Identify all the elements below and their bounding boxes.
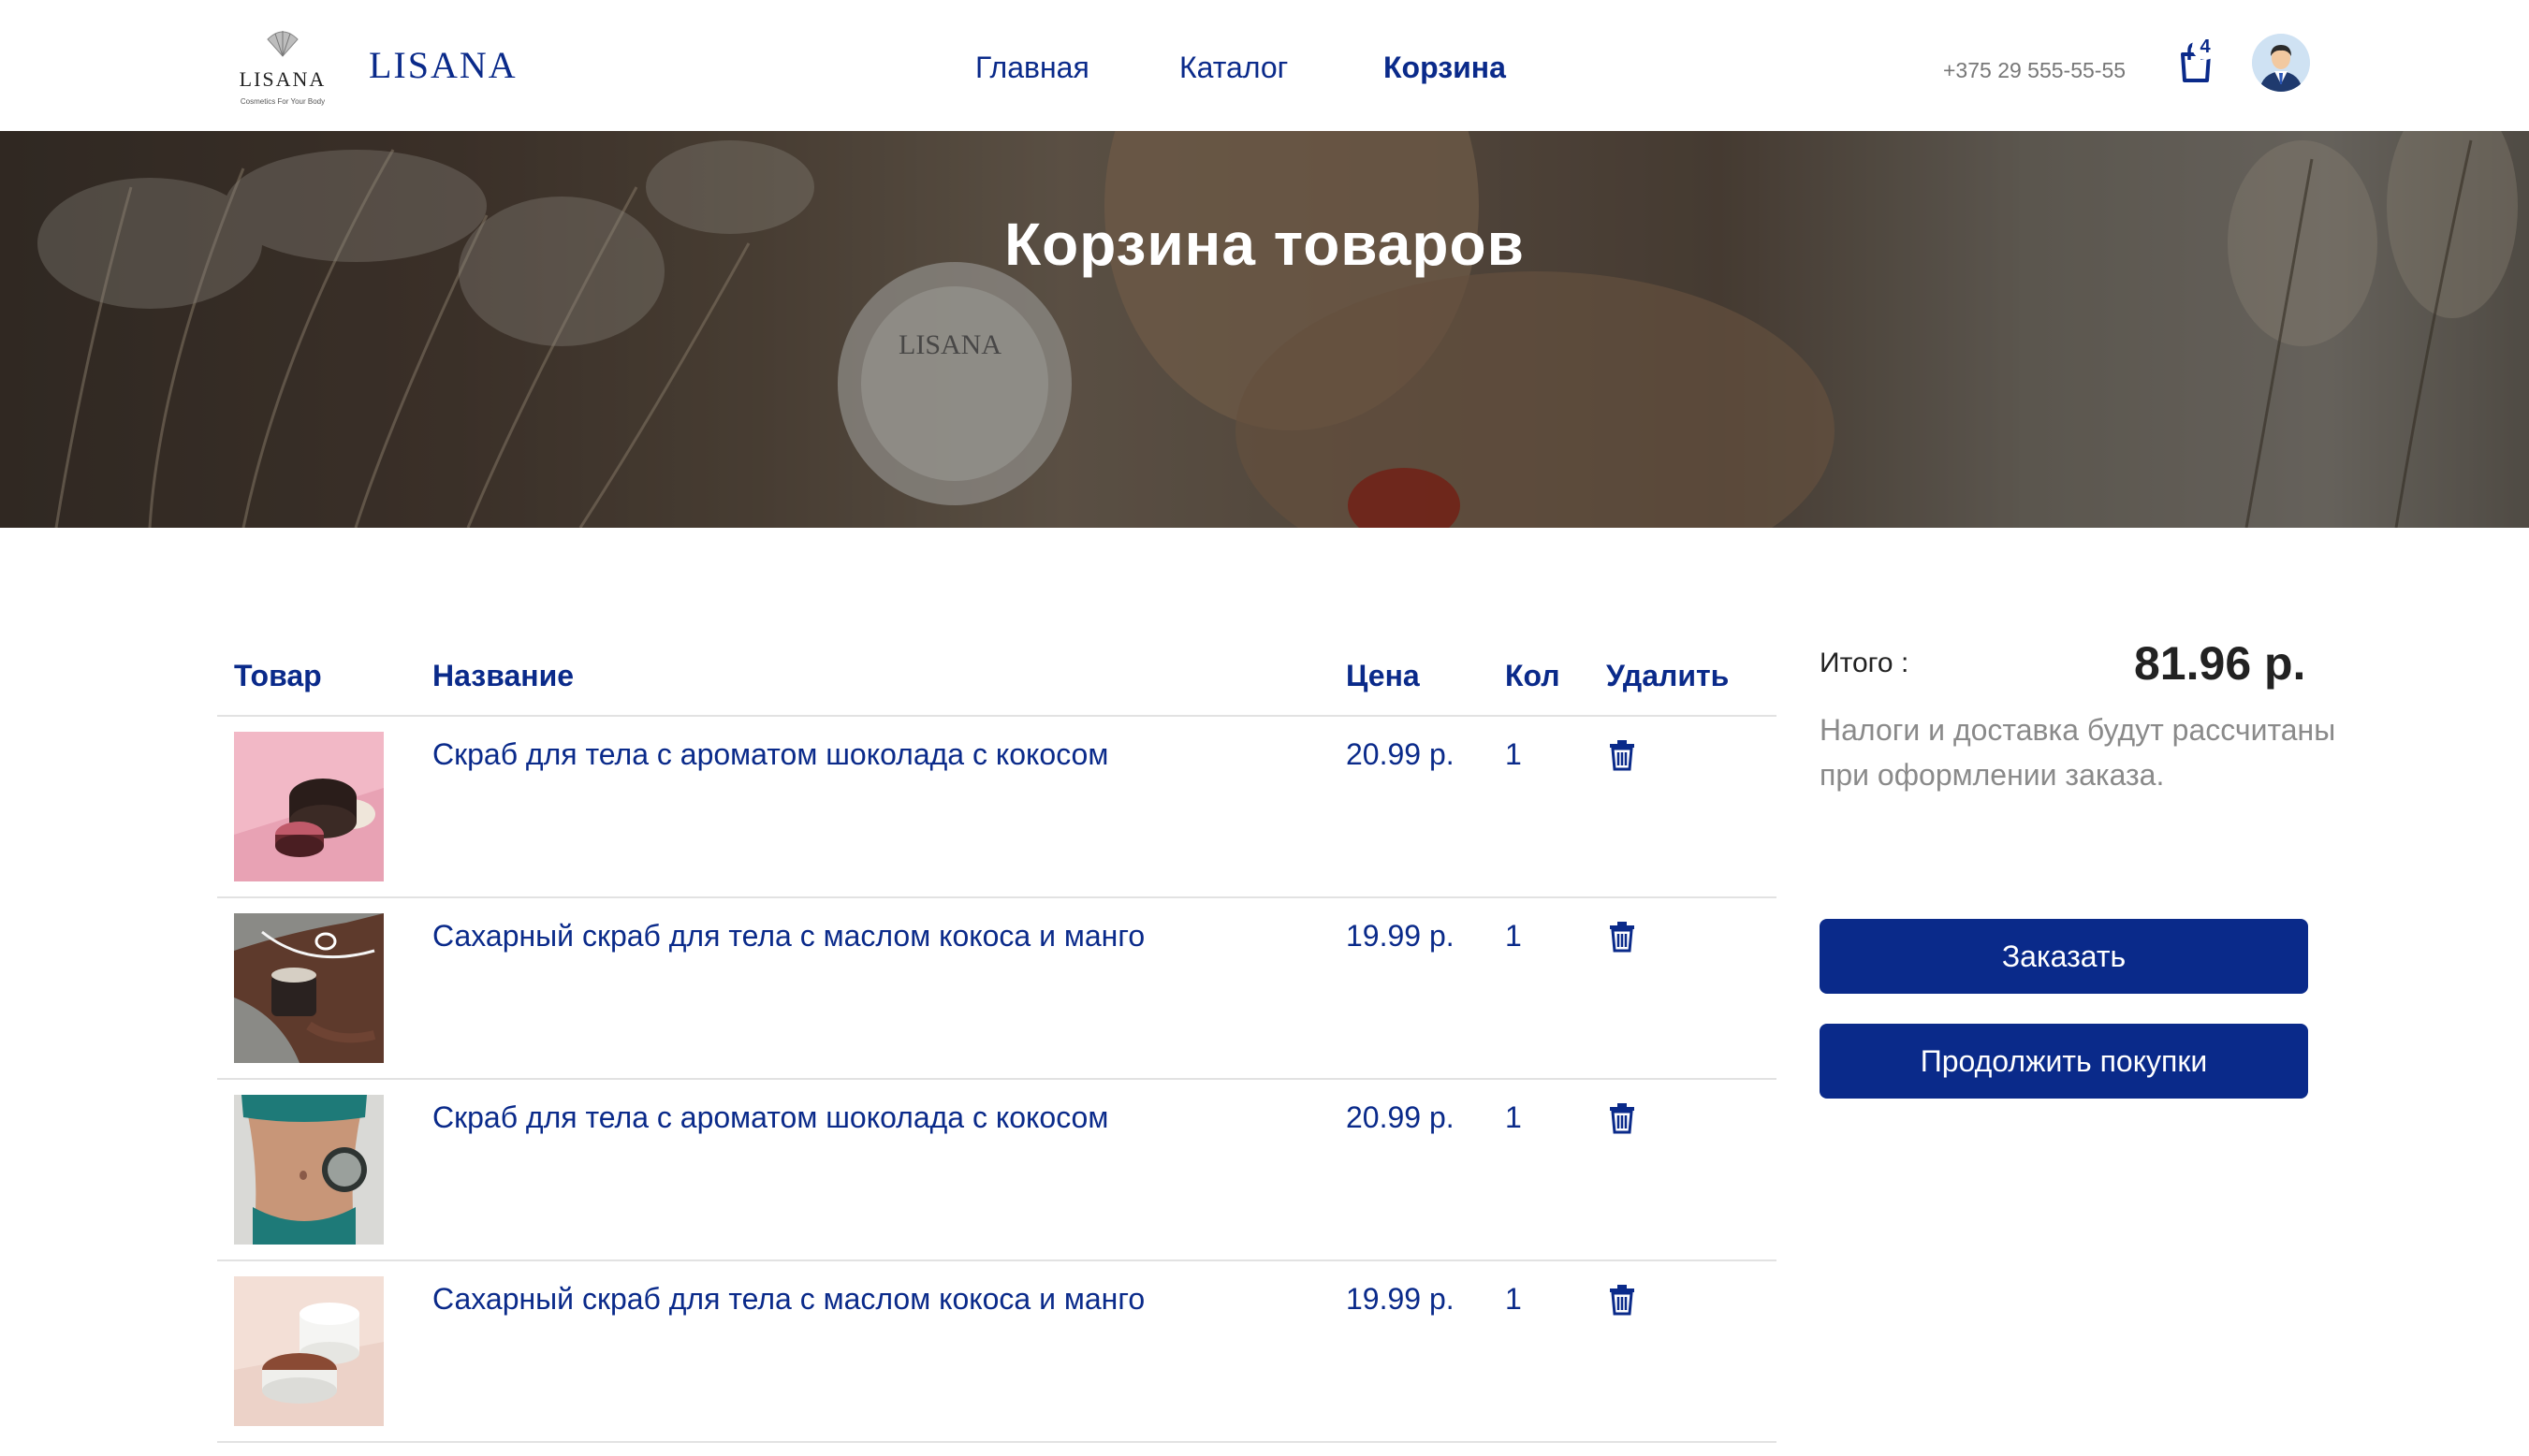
product-name[interactable]: Скраб для тела с ароматом шоколада с кок… bbox=[432, 737, 1108, 772]
product-thumbnail[interactable] bbox=[234, 732, 384, 881]
product-qty[interactable]: 1 bbox=[1505, 737, 1522, 772]
product-thumbnail[interactable] bbox=[234, 1276, 384, 1426]
col-header-price: Цена bbox=[1346, 659, 1420, 692]
logo[interactable]: LISANA Cosmetics For Your Body bbox=[238, 26, 328, 112]
col-header-delete: Удалить bbox=[1606, 659, 1730, 692]
nav-catalog[interactable]: Каталог bbox=[1179, 51, 1288, 85]
product-qty[interactable]: 1 bbox=[1505, 919, 1522, 954]
order-button[interactable]: Заказать bbox=[1820, 919, 2308, 994]
shell-logo-icon bbox=[267, 31, 299, 57]
total-label: Итого : bbox=[1820, 648, 1909, 678]
product-name[interactable]: Сахарный скраб для тела с маслом кокоса … bbox=[432, 1282, 1145, 1317]
product-name[interactable]: Сахарный скраб для тела с маслом кокоса … bbox=[432, 919, 1145, 954]
product-price: 19.99 р. bbox=[1346, 919, 1455, 953]
col-header-qty: Кол bbox=[1505, 659, 1560, 692]
product-qty[interactable]: 1 bbox=[1505, 1282, 1522, 1317]
phone-number[interactable]: +375 29 555-55-55 bbox=[1943, 58, 2126, 83]
product-price: 20.99 р. bbox=[1346, 1100, 1455, 1134]
table-divider bbox=[217, 715, 1776, 717]
continue-shopping-button[interactable]: Продолжить покупки bbox=[1820, 1024, 2308, 1099]
brand-name[interactable]: LISANA bbox=[369, 43, 518, 87]
product-price: 20.99 р. bbox=[1346, 737, 1455, 771]
product-name[interactable]: Скраб для тела с ароматом шоколада с кок… bbox=[432, 1100, 1108, 1135]
col-header-product: Товар bbox=[234, 659, 322, 692]
product-thumbnail[interactable] bbox=[234, 1095, 384, 1245]
table-divider bbox=[217, 1078, 1776, 1080]
total-amount: 81.96 р. bbox=[2134, 637, 2306, 690]
product-qty[interactable]: 1 bbox=[1505, 1100, 1522, 1135]
product-thumbnail[interactable] bbox=[234, 913, 384, 1063]
hero-overlay bbox=[0, 131, 2529, 528]
product-price: 19.99 р. bbox=[1346, 1282, 1455, 1316]
nav-home[interactable]: Главная bbox=[975, 51, 1089, 85]
cart-count-badge: 4 bbox=[2192, 34, 2218, 60]
trash-icon[interactable] bbox=[1608, 739, 1636, 771]
trash-icon[interactable] bbox=[1608, 921, 1636, 953]
trash-icon[interactable] bbox=[1608, 1284, 1636, 1316]
table-divider bbox=[217, 1441, 1776, 1443]
user-avatar-icon[interactable] bbox=[2252, 34, 2310, 92]
nav-cart[interactable]: Корзина bbox=[1383, 51, 1506, 85]
col-header-name: Название bbox=[432, 659, 575, 692]
table-divider bbox=[217, 896, 1776, 898]
site-header: LISANA Cosmetics For Your Body LISANA Гл… bbox=[0, 0, 2529, 131]
table-divider bbox=[217, 1259, 1776, 1261]
logo-text: LISANA bbox=[239, 67, 327, 91]
hero-banner: LISANA Корзина товаров bbox=[0, 131, 2529, 528]
trash-icon[interactable] bbox=[1608, 1102, 1636, 1134]
page-title: Корзина товаров bbox=[1004, 211, 1525, 278]
tax-shipping-note: Налоги и доставка будут рассчитаны при о… bbox=[1820, 713, 2336, 792]
logo-subtext: Cosmetics For Your Body bbox=[240, 97, 326, 106]
